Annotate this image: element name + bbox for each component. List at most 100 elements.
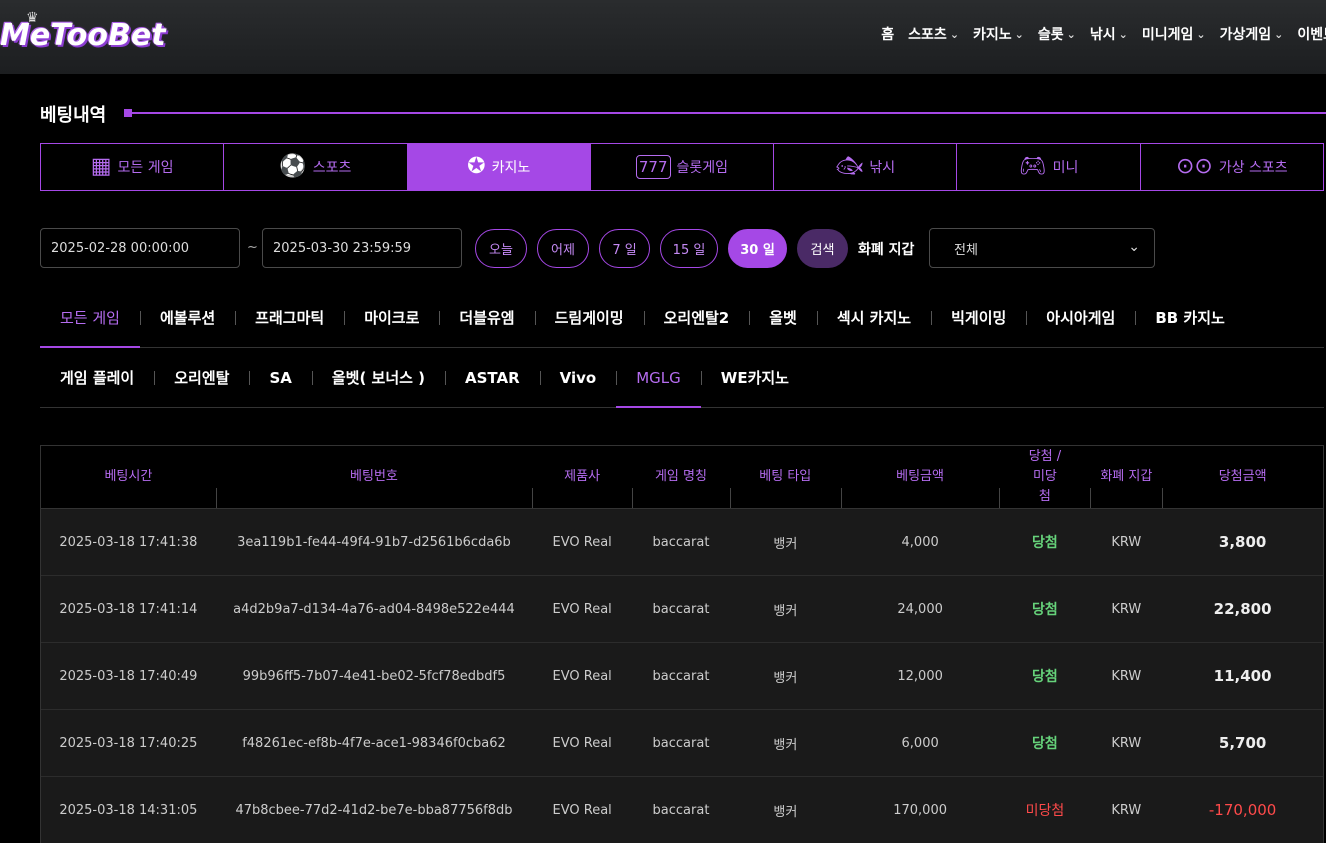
provider-tab[interactable]: 프래그마틱 xyxy=(235,288,344,347)
provider-tab[interactable]: Vivo xyxy=(539,348,617,407)
tab-label: 미니 xyxy=(1052,160,1079,176)
provider-tab[interactable]: 아시아게임 xyxy=(1026,288,1135,347)
nav-label: 낚시 xyxy=(1089,27,1116,43)
payout-amount: 11,400 xyxy=(1213,667,1272,685)
provider-tab[interactable]: 모든 게임 xyxy=(40,288,140,348)
period-yesterday-button[interactable]: 어제 xyxy=(537,229,589,268)
nav-item-slots[interactable]: 슬롯 ⌄ xyxy=(1038,24,1076,44)
nav-label: 슬롯 xyxy=(1037,27,1064,43)
tab-mini[interactable]: 🎮︎ 미니 xyxy=(957,144,1141,190)
period-30days-button[interactable]: 30 일 xyxy=(728,229,787,268)
bet-type: 뱅커 xyxy=(773,737,798,753)
chevron-down-icon: ⌄ xyxy=(1196,27,1206,41)
provider-tab[interactable]: 에볼루션 xyxy=(139,288,235,347)
table-row: 2025-03-18 17:41:14 a4d2b9a7-d134-4a76-a… xyxy=(41,576,1323,643)
provider-tab[interactable]: 드림게이밍 xyxy=(534,288,644,347)
chevron-down-icon: ⌄ xyxy=(949,27,960,41)
vendor: EVO Real xyxy=(552,735,612,751)
payout-amount: 5,700 xyxy=(1218,734,1267,752)
betting-history-table: 베팅시간 베팅번호 제품사 게임 명칭 베팅 타입 베팅금액 당첨 / 미당첨 … xyxy=(40,445,1324,843)
tab-label: 모든 게임 xyxy=(117,160,174,176)
grid-icon: ▦ xyxy=(90,154,112,179)
tab-fishing[interactable]: 🐟︎ 낚시 xyxy=(774,144,958,190)
nav-label: 가상게임 xyxy=(1219,27,1272,43)
slot-777-icon: 777 xyxy=(635,155,671,179)
site-logo[interactable]: ♛ MeTooBet xyxy=(0,10,166,53)
provider-tab[interactable]: 빅게이밍 xyxy=(931,288,1026,347)
provider-tab[interactable]: 섹시 카지노 xyxy=(816,288,931,347)
result-badge: 당첨 xyxy=(1032,736,1058,752)
result-badge: 당첨 xyxy=(1032,669,1058,685)
provider-tab[interactable]: 게임 플레이 xyxy=(40,348,154,407)
bet-amount: 12,000 xyxy=(897,668,943,684)
soccer-ball-icon: ⚽ xyxy=(279,154,307,179)
bet-amount: 24,000 xyxy=(897,601,943,617)
bet-type: 뱅커 xyxy=(773,804,798,820)
provider-tabs-row-1: 모든 게임 에볼루션 프래그마틱 마이크로 더블유엠 드림게이밍 오리엔탈2 올… xyxy=(40,288,1324,348)
date-separator: ~ xyxy=(247,240,258,255)
provider-tabs-row-2: 게임 플레이 오리엔탈 SA 올벳( 보너스 ) ASTAR Vivo MGLG… xyxy=(40,348,1324,408)
title-divider xyxy=(124,112,1326,114)
provider-tab[interactable]: BB 카지노 xyxy=(1135,288,1245,347)
tab-sports[interactable]: ⚽ 스포츠 xyxy=(224,144,408,190)
nav-item-event[interactable]: 이벤트 xyxy=(1297,24,1326,44)
bet-id: 3ea119b1-fe44-49f4-91b7-d2561b6cda6b xyxy=(237,534,511,550)
date-to-input[interactable]: 2025-03-30 23:59:59 xyxy=(262,228,462,268)
nav-item-virtual[interactable]: 가상게임 ⌄ xyxy=(1220,24,1284,44)
nav-label: 미니게임 xyxy=(1141,27,1194,43)
date-from-input[interactable]: 2025-02-28 00:00:00 xyxy=(40,228,240,268)
provider-tab[interactable]: 올벳( 보너스 ) xyxy=(311,348,445,407)
main-nav: 홈 스포츠⌄ 카지노⌄ 슬롯⌄ 낚시⌄ 미니게임⌄ 가상게임⌄ 이벤트 xyxy=(881,24,1326,44)
table-row: 2025-03-18 17:41:38 3ea119b1-fe44-49f4-9… xyxy=(41,509,1323,576)
wallet-select[interactable]: 전체 ⌄ xyxy=(929,228,1155,268)
bet-time: 2025-03-18 17:41:14 xyxy=(59,601,198,617)
provider-tab[interactable]: SA xyxy=(249,348,311,407)
wallet: KRW xyxy=(1111,735,1142,751)
provider-tab[interactable]: 오리엔탈 xyxy=(154,348,249,407)
bet-id: 99b96ff5-7b07-4e41-be02-5fcf78edbdf5 xyxy=(242,668,506,684)
vendor: EVO Real xyxy=(552,601,612,617)
game-name: baccarat xyxy=(652,668,710,684)
bet-time: 2025-03-18 17:40:49 xyxy=(59,668,198,684)
vr-goggles-icon: ⊙⊙ xyxy=(1175,154,1213,179)
period-today-button[interactable]: 오늘 xyxy=(475,229,527,268)
nav-item-casino[interactable]: 카지노 ⌄ xyxy=(973,24,1024,44)
provider-tab[interactable]: 마이크로 xyxy=(344,288,439,347)
tab-label: 카지노 xyxy=(491,160,531,176)
column-header: 당첨 / 미당첨 xyxy=(999,446,1090,508)
tab-slots[interactable]: 777 슬롯게임 xyxy=(591,144,775,190)
tab-all-games[interactable]: ▦ 모든 게임 xyxy=(41,144,225,190)
column-header: 베팅번호 xyxy=(215,446,532,508)
result-badge: 당첨 xyxy=(1032,535,1058,551)
provider-tab[interactable]: 올벳 xyxy=(749,288,817,347)
period-15days-button[interactable]: 15 일 xyxy=(660,229,718,268)
column-header: 제품사 xyxy=(532,446,632,508)
search-button[interactable]: 검색 xyxy=(797,229,848,268)
nav-item-minigame[interactable]: 미니게임 ⌄ xyxy=(1142,24,1206,44)
page-title: 베팅내역 xyxy=(40,105,107,126)
provider-tab[interactable]: MGLG xyxy=(616,348,701,408)
nav-label: 스포츠 xyxy=(908,27,947,43)
tab-casino[interactable]: ✪ 카지노 xyxy=(407,144,591,190)
bet-amount: 170,000 xyxy=(893,802,947,818)
top-header: ♛ MeTooBet 홈 스포츠 ⌄ 카지노 ⌄ 슬롯 ⌄ 낚시 ⌄ 미니게임 ⌄ 가상게… xyxy=(0,0,1326,74)
game-type-tabs: ▦ 모든 게임 ⚽ 스포츠 ✪ 카지노 777 슬롯게임 🐟︎ 낚시 🎮︎ 미니 ⊙⊙ 가상 … xyxy=(40,143,1324,191)
game-name: baccarat xyxy=(652,735,710,751)
bet-amount: 6,000 xyxy=(901,735,939,751)
provider-tab[interactable]: ASTAR xyxy=(445,348,540,407)
provider-tab[interactable]: 더블유엠 xyxy=(439,288,534,347)
tab-virtual-sports[interactable]: ⊙⊙ 가상 스포츠 xyxy=(1141,144,1323,190)
column-header: 화폐 지갑 xyxy=(1090,446,1162,508)
payout-amount: 3,800 xyxy=(1218,533,1267,551)
nav-item-sports[interactable]: 스포츠 ⌄ xyxy=(908,24,959,44)
nav-item-home[interactable]: 홈 xyxy=(881,24,894,44)
bet-time: 2025-03-18 17:40:25 xyxy=(59,735,198,751)
provider-tab[interactable]: 오리엔탈2 xyxy=(643,288,750,347)
provider-tab[interactable]: WE카지노 xyxy=(700,348,809,407)
bet-id: a4d2b9a7-d134-4a76-ad04-8498e522e444 xyxy=(233,601,515,617)
period-7days-button[interactable]: 7 일 xyxy=(599,229,650,268)
column-header: 베팅 타입 xyxy=(729,446,841,508)
table-row: 2025-03-18 17:40:25 f48261ec-ef8b-4f7e-a… xyxy=(41,710,1323,777)
nav-item-fishing[interactable]: 낚시 ⌄ xyxy=(1090,24,1128,44)
vendor: EVO Real xyxy=(552,802,612,818)
